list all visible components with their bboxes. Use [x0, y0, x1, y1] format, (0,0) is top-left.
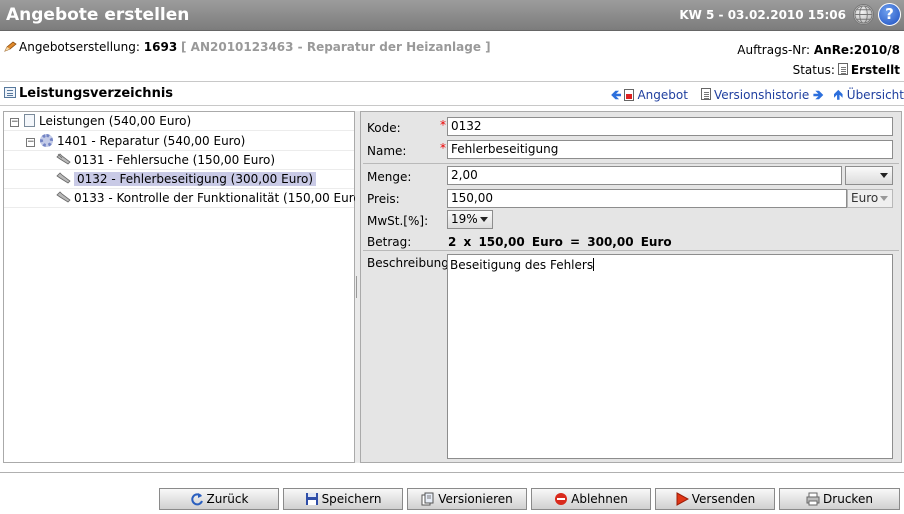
date-display: KW 5 - 03.02.2010 15:06: [679, 8, 846, 22]
betrag-label: Betrag:: [367, 235, 412, 249]
help-icon[interactable]: ?: [878, 3, 901, 26]
chevron-down-icon: [880, 173, 888, 178]
section-title: Leistungsverzeichnis: [19, 86, 174, 101]
status-label: Status:: [792, 63, 835, 77]
offer-label: Angebotserstellung:: [19, 40, 140, 54]
pencil-icon: [4, 41, 17, 52]
document-icon: [837, 63, 848, 75]
globe-icon[interactable]: [853, 4, 874, 25]
pdf-icon: [624, 89, 635, 101]
kode-field[interactable]: 0132: [447, 117, 893, 136]
wrench-icon: [56, 172, 71, 184]
gear-icon: [40, 134, 53, 147]
tree-item[interactable]: 0133 - Kontrolle der Funktionalität (150…: [4, 189, 365, 208]
kode-label: Kode:: [367, 121, 401, 135]
document-icon: [24, 114, 35, 127]
offer-info: Angebotserstellung: 1693 [ AN2010123463 …: [4, 40, 491, 54]
status-value: Erstellt: [850, 63, 900, 77]
play-icon: [676, 492, 689, 506]
page-title: Angebote erstellen: [6, 5, 190, 25]
preis-field[interactable]: 150,00: [447, 189, 847, 208]
menge-field[interactable]: 2,00: [447, 166, 842, 185]
collapse-icon[interactable]: −: [26, 138, 35, 147]
save-button[interactable]: Speichern: [283, 488, 403, 510]
tree-item[interactable]: 0131 - Fehlersuche (150,00 Euro): [4, 151, 354, 170]
order-label: Auftrags-Nr:: [737, 43, 811, 57]
divider: [0, 472, 904, 474]
beschreibung-field[interactable]: Beseitigung des Fehlers: [447, 254, 893, 459]
required-mark: *: [440, 118, 446, 132]
tree-node-root[interactable]: − Leistungen (540,00 Euro): [4, 112, 354, 131]
currency-select[interactable]: Euro: [847, 189, 893, 208]
back-button[interactable]: Zurück: [159, 488, 279, 510]
send-button[interactable]: Versenden: [655, 488, 775, 510]
floppy-icon: [305, 493, 318, 505]
collapse-icon[interactable]: −: [10, 118, 19, 127]
print-button[interactable]: Drucken: [779, 488, 900, 510]
back-arrow-icon: [190, 493, 203, 506]
mwst-select[interactable]: 19%: [447, 210, 493, 229]
beschreibung-label: Beschreibung:: [367, 256, 453, 270]
order-number: AnRe:2010/8: [813, 43, 900, 57]
tree-node-group[interactable]: −1401 - Reparatur (540,00 Euro): [4, 132, 354, 151]
divider: [363, 250, 899, 251]
document-icon: [700, 88, 711, 100]
name-field[interactable]: Fehlerbeseitigung: [447, 140, 893, 159]
versions-icon: [421, 492, 434, 506]
mwst-label: MwSt.[%]:: [367, 214, 429, 228]
order-info: Auftrags-Nr: AnRe:2010/8 Status: Erstellt: [737, 40, 900, 80]
wrench-icon: [56, 153, 71, 165]
name-label: Name:: [367, 144, 407, 158]
service-tree: − Leistungen (540,00 Euro) −1401 - Repara…: [3, 111, 365, 463]
title-bar: Angebote erstellen KW 5 - 03.02.2010 15:…: [0, 0, 904, 31]
list-icon: [4, 87, 16, 98]
divider: [363, 163, 899, 164]
offer-reference: [ AN2010123463 - Reparatur der Heizanlag…: [181, 40, 491, 54]
required-mark: *: [440, 141, 446, 155]
betrag-value: 2 x 150,00 Euro = 300,00 Euro: [448, 235, 672, 249]
divider: [0, 81, 904, 82]
chevron-down-icon: [480, 217, 488, 222]
preis-label: Preis:: [367, 192, 400, 206]
unit-select[interactable]: [845, 166, 893, 185]
section-header: Leistungsverzeichnis: [4, 86, 173, 101]
tree-item-selected[interactable]: 0132 - Fehlerbeseitigung (300,00 Euro): [4, 170, 354, 189]
detail-form: Kode: * 0132 Name: * Fehlerbeseitigung M…: [360, 111, 902, 463]
reject-icon: [555, 493, 568, 505]
offer-number: 1693: [143, 40, 178, 54]
divider: [0, 105, 904, 106]
menge-label: Menge:: [367, 170, 412, 184]
version-button[interactable]: Versionieren: [407, 488, 527, 510]
wrench-icon: [56, 191, 71, 203]
text-cursor: [593, 258, 595, 271]
chevron-down-icon: [880, 196, 888, 201]
reject-button[interactable]: Ablehnen: [531, 488, 651, 510]
printer-icon: [806, 492, 820, 506]
